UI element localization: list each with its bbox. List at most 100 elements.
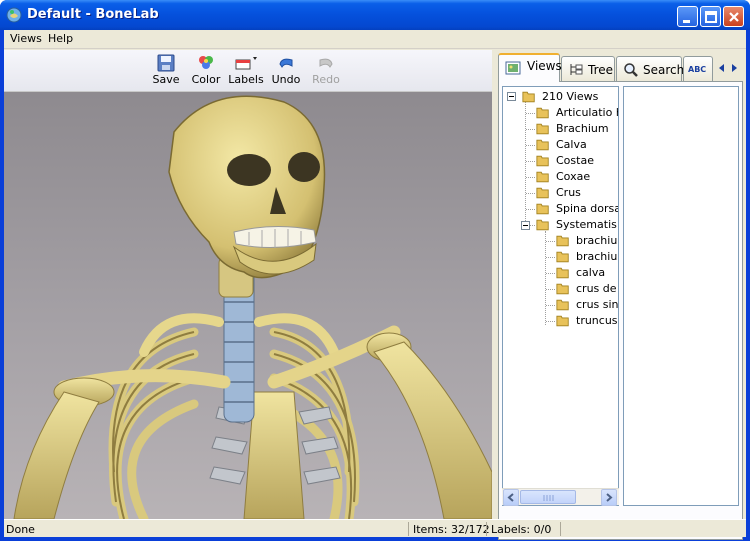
labels-label: Labels (228, 73, 264, 86)
tree-item-label: Spina dorsa (556, 202, 619, 215)
tree-subitem-label: crus sin (576, 298, 619, 311)
tree-item[interactable]: Crus (526, 185, 618, 201)
save-icon (157, 54, 175, 72)
status-separator (486, 522, 487, 536)
scroll-right-button[interactable] (601, 489, 617, 506)
tab-scroll-right[interactable] (728, 60, 742, 76)
tree-item[interactable]: Calva (526, 137, 618, 153)
tree-guide (526, 209, 535, 210)
title-bar[interactable]: Default - BoneLab (0, 0, 750, 30)
maximize-icon (705, 11, 717, 23)
tab-tree[interactable]: Tree (561, 56, 615, 81)
folder-icon (556, 267, 569, 279)
tab-tree-label: Tree (588, 63, 614, 77)
tab-views-label: Views (527, 59, 562, 73)
tree-item-label: Crus (556, 186, 581, 199)
tree-item[interactable]: Articulatio h (526, 105, 619, 121)
folder-icon (536, 171, 549, 183)
tree-guide (526, 177, 535, 178)
tree-icon (570, 64, 583, 75)
undo-icon (279, 58, 293, 68)
minimize-button[interactable] (677, 6, 698, 27)
undo-button[interactable]: Undo (266, 52, 306, 90)
tree-subitem-label: truncus (576, 314, 618, 327)
tree-guide (546, 289, 555, 290)
tree-item[interactable]: Systematis (521, 217, 618, 233)
view-detail-pane[interactable] (623, 86, 739, 506)
skeleton-model-image (13, 95, 492, 519)
toolbar: Save Color Labels Undo Redo (4, 50, 492, 92)
save-button[interactable]: Save (146, 52, 186, 90)
tree-horizontal-scrollbar[interactable] (502, 488, 619, 506)
status-state: Done (6, 523, 35, 536)
minimize-icon (683, 20, 690, 23)
status-items: Items: 32/172 (413, 523, 490, 536)
status-labels: Labels: 0/0 (491, 523, 552, 536)
maximize-button[interactable] (700, 6, 721, 27)
collapse-icon[interactable] (521, 221, 530, 230)
folder-icon (536, 203, 549, 215)
close-icon (729, 12, 739, 22)
folder-open-icon (522, 91, 535, 103)
folder-icon (556, 283, 569, 295)
tree-subitem[interactable]: crus de (546, 281, 618, 297)
save-label: Save (152, 73, 180, 86)
tree-item-label: Calva (556, 138, 587, 151)
tree-guide (546, 257, 555, 258)
menu-help[interactable]: Help (48, 32, 73, 45)
collapse-icon[interactable] (507, 92, 516, 101)
folder-icon (556, 299, 569, 311)
folder-icon (536, 155, 549, 167)
tree-item[interactable]: Spina dorsa (526, 201, 619, 217)
tree-subitem-label: calva (576, 266, 606, 279)
folder-icon (536, 219, 549, 231)
tree-root[interactable]: 210 Views (507, 89, 618, 105)
tree-guide (526, 113, 535, 114)
app-logo-icon (6, 7, 22, 23)
redo-label: Redo (312, 73, 340, 86)
3d-viewport[interactable] (4, 92, 492, 519)
redo-button[interactable]: Redo (306, 52, 346, 90)
tree-subitem[interactable]: crus sin (546, 297, 619, 313)
tree-item-label: Systematis (556, 218, 617, 231)
color-button[interactable]: Color (186, 52, 226, 90)
search-icon (624, 63, 638, 77)
app-window: Default - BoneLab Views Help Save Color … (0, 0, 750, 541)
menu-views[interactable]: Views (10, 32, 42, 45)
color-palette-icon (199, 56, 213, 69)
tree-item[interactable]: Costae (526, 153, 618, 169)
color-label: Color (191, 73, 221, 86)
tree-item[interactable]: Brachium (526, 121, 618, 137)
tree-subitem[interactable]: brachiu (546, 249, 618, 265)
scroll-left-button[interactable] (503, 489, 519, 506)
tab-abc[interactable]: ABC (683, 56, 713, 81)
views-tree[interactable]: 210 Views Articulatio h Brachium Calva Cost… (502, 86, 619, 506)
tree-root-label: 210 Views (542, 90, 599, 103)
menu-bar: Views Help (4, 30, 746, 49)
undo-label: Undo (271, 73, 301, 86)
tab-scroll-right-icon (732, 64, 737, 72)
tab-search[interactable]: Search (616, 56, 684, 81)
tree-guide (546, 305, 555, 306)
tree-item[interactable]: Coxae (526, 169, 618, 185)
tree-subitem-label: crus de (576, 282, 617, 295)
tree-item-label: Costae (556, 154, 594, 167)
views-tab-content: 210 Views Articulatio h Brachium Calva Cost… (498, 81, 743, 540)
tab-views[interactable]: Views (498, 53, 562, 82)
tree-subitem[interactable]: brachiu (546, 233, 618, 249)
status-bar: Done Items: 32/172 Labels: 0/0 (4, 519, 746, 537)
tree-subitem-label: brachiu (576, 250, 618, 263)
labels-button[interactable]: Labels (226, 52, 266, 90)
tree-guide (526, 129, 535, 130)
views-icon (505, 61, 521, 75)
tree-subitem[interactable]: truncus (546, 313, 618, 329)
close-button[interactable] (723, 6, 744, 27)
tree-item-label: Brachium (556, 122, 609, 135)
tree-item-label: Articulatio h (556, 106, 619, 119)
tree-subitem[interactable]: calva (546, 265, 618, 281)
scroll-left-icon (507, 493, 514, 502)
scrollbar-thumb[interactable] (520, 490, 576, 504)
tree-guide (526, 145, 535, 146)
tree-guide (546, 321, 555, 322)
tree-guide (546, 273, 555, 274)
